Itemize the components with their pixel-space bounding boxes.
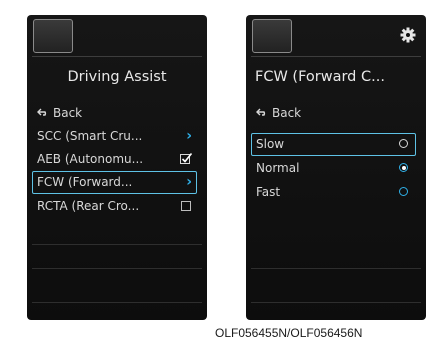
figure-caption: OLF056455N/OLF056456N	[215, 326, 363, 340]
menu-item-rcta[interactable]: RCTA (Rear Cro...	[32, 195, 197, 218]
back-arrow-icon	[256, 108, 266, 116]
menu-item-label: AEB (Autonomu...	[37, 152, 144, 166]
page-title: Driving Assist	[67, 69, 167, 85]
gear-icon[interactable]	[400, 27, 416, 43]
home-button[interactable]	[252, 19, 292, 53]
back-arrow-icon	[37, 108, 47, 116]
option-slow[interactable]: Slow	[251, 133, 416, 156]
chevron-right-icon: ›	[186, 128, 192, 144]
back-button[interactable]: Back	[251, 102, 416, 125]
menu-item-scc[interactable]: SCC (Smart Cru... ›	[32, 125, 197, 148]
checkbox-unchecked-icon[interactable]	[181, 201, 191, 211]
chevron-right-icon: ›	[186, 174, 192, 190]
back-label: Back	[53, 106, 83, 120]
back-label: Back	[272, 106, 302, 120]
option-label: Normal	[256, 161, 300, 175]
checkbox-checked-icon[interactable]	[180, 152, 193, 165]
menu-item-aeb[interactable]: AEB (Autonomu...	[32, 148, 197, 171]
header-divider	[32, 56, 202, 57]
menu-item-label: SCC (Smart Cru...	[37, 129, 143, 143]
option-label: Slow	[256, 137, 285, 151]
fcw-panel: FCW (Forward C... Back Slow Normal Fast	[246, 15, 426, 320]
driving-assist-panel: Driving Assist Back SCC (Smart Cru... › …	[27, 15, 207, 320]
option-normal[interactable]: Normal	[251, 157, 416, 180]
radio-button[interactable]	[399, 139, 408, 148]
radio-button-selected[interactable]	[399, 163, 408, 172]
page-title: FCW (Forward C...	[255, 69, 385, 85]
list-divider	[32, 302, 202, 303]
header-divider	[251, 56, 421, 57]
radio-button[interactable]	[399, 187, 408, 196]
menu-item-label: FCW (Forward...	[37, 175, 133, 189]
option-label: Fast	[256, 185, 281, 199]
option-fast[interactable]: Fast	[251, 181, 416, 204]
list-divider	[251, 302, 421, 303]
list-divider	[32, 268, 202, 269]
menu-item-fcw[interactable]: FCW (Forward... ›	[32, 171, 197, 194]
back-button[interactable]: Back	[32, 102, 197, 125]
list-divider	[251, 268, 421, 269]
list-divider	[32, 244, 202, 245]
home-button[interactable]	[33, 19, 73, 53]
menu-item-label: RCTA (Rear Cro...	[37, 199, 140, 213]
